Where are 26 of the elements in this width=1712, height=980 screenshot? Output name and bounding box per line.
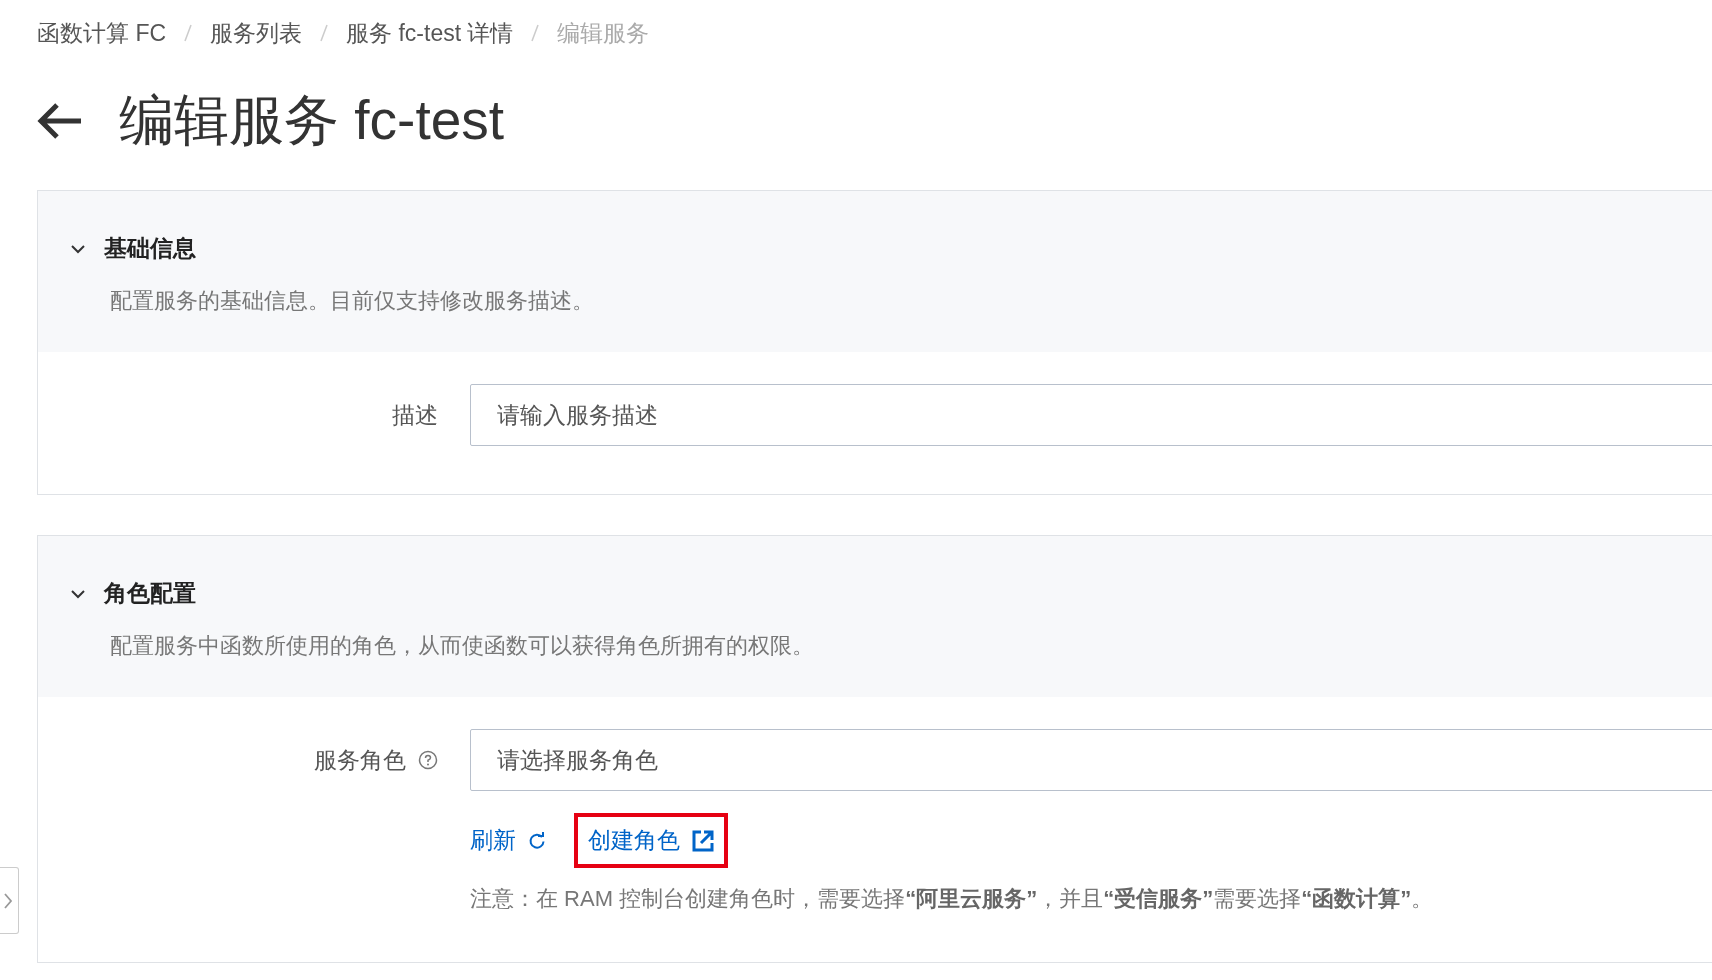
slash-divider-icon: [320, 24, 329, 42]
field-label: 描述: [392, 400, 438, 430]
side-toggle-tab[interactable]: [0, 867, 19, 934]
help-icon[interactable]: [418, 750, 438, 770]
back-arrow-icon[interactable]: [37, 103, 83, 139]
chevron-icon[interactable]: [70, 243, 86, 254]
chevron-icon[interactable]: [70, 588, 86, 599]
breadcrumb-link[interactable]: 服务 fc-test 详情: [346, 17, 514, 49]
refresh-icon: [528, 831, 546, 850]
section-title: 基础信息: [104, 234, 196, 263]
section-description: 配置服务中函数所使用的角色，从而使函数可以获得角色所拥有的权限。: [110, 632, 815, 660]
text-field[interactable]: 请选择服务角色: [470, 729, 1712, 791]
action-link[interactable]: 刷新: [456, 813, 560, 868]
section-description: 配置服务的基础信息。目前仅支持修改服务描述。: [110, 287, 595, 315]
action-link[interactable]: 创建角色: [574, 813, 728, 868]
page-title: 编辑服务 fc-test: [119, 88, 505, 153]
breadcrumb-link[interactable]: 服务列表: [210, 17, 303, 49]
field-label: 服务角色: [314, 745, 406, 775]
note-text: 注意：在 RAM 控制台创建角色时，需要选择“阿里云服务”，并且“受信服务”需要选择“函数计算”。: [470, 885, 1435, 913]
breadcrumb-link[interactable]: 函数计算 FC: [37, 17, 167, 49]
section-title: 角色配置: [104, 579, 196, 608]
text-field[interactable]: 请输入服务描述: [470, 384, 1712, 446]
slash-divider-icon: [184, 24, 193, 42]
slash-divider-icon: [531, 24, 540, 42]
chevron-right-icon[interactable]: [3, 891, 13, 910]
external-link-icon: [692, 829, 714, 852]
